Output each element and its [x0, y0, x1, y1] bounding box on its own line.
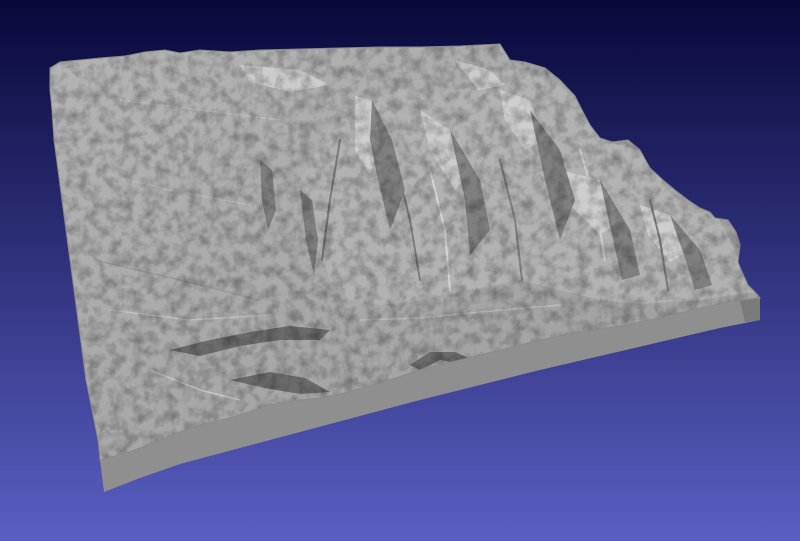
terrain-scene[interactable]	[0, 0, 800, 541]
3d-viewport[interactable]	[0, 0, 800, 541]
